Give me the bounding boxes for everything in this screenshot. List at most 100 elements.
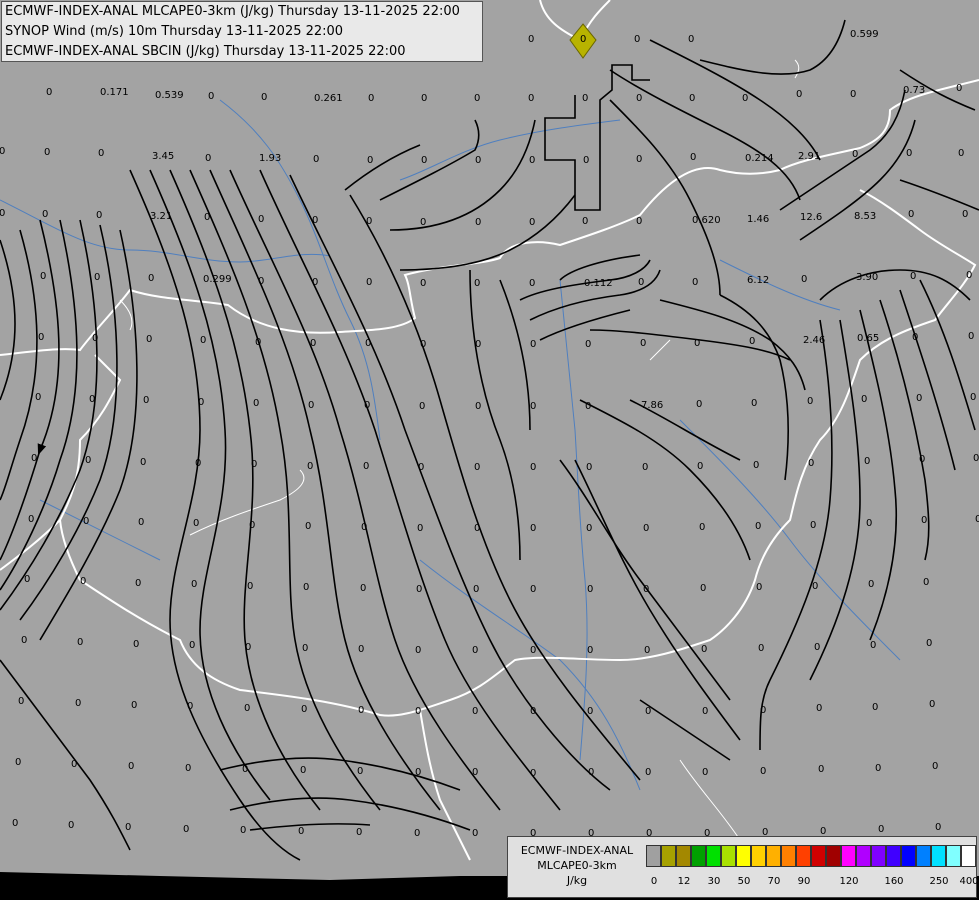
map-value-label: 0 xyxy=(530,645,536,656)
map-value-label: 0 xyxy=(367,155,373,166)
map-value-label: 2.91 xyxy=(798,151,820,162)
map-value-label: 0 xyxy=(312,215,318,226)
map-value-label: 0 xyxy=(935,822,941,833)
map-value-label: 0 xyxy=(21,635,27,646)
map-value-label: 0 xyxy=(908,209,914,220)
map-value-label: 0 xyxy=(926,638,932,649)
map-header: ECMWF-INDEX-ANAL MLCAPE0-3km (J/kg) Thur… xyxy=(1,1,483,62)
map-value-label: 0 xyxy=(208,91,214,102)
map-value-label: 0.299 xyxy=(203,274,232,285)
map-value-label: 0.65 xyxy=(857,333,879,344)
header-line-sbcin: ECMWF-INDEX-ANAL SBCIN (J/kg) Thursday 1… xyxy=(5,44,406,59)
map-value-label: 0 xyxy=(96,210,102,221)
map-value-label: 0 xyxy=(751,398,757,409)
map-value-label: 0 xyxy=(419,401,425,412)
map-value-label: 0 xyxy=(68,820,74,831)
map-value-label: 0 xyxy=(870,640,876,651)
map-value-label: 0 xyxy=(356,827,362,838)
map-value-label: 0 xyxy=(530,523,536,534)
map-value-label: 0 xyxy=(366,277,372,288)
map-value-label: 0 xyxy=(690,152,696,163)
map-value-label: 0 xyxy=(77,637,83,648)
legend-swatch xyxy=(661,845,676,867)
map-value-label: 0 xyxy=(15,757,21,768)
legend-swatch xyxy=(646,845,661,867)
map-value-label: 0 xyxy=(242,764,248,775)
map-value-label: 0 xyxy=(586,523,592,534)
map-value-label: 0 xyxy=(586,462,592,473)
map-value-label: 0 xyxy=(302,643,308,654)
map-value-label: 0 xyxy=(417,523,423,534)
map-value-label: 0 xyxy=(71,759,77,770)
legend-swatch xyxy=(811,845,826,867)
map-value-label: 0 xyxy=(251,459,257,470)
map-value-label: 0 xyxy=(694,338,700,349)
map-value-label: 0 xyxy=(301,704,307,715)
legend-title: ECMWF-INDEX-ANAL MLCAPE0-3km J/kg xyxy=(512,843,642,888)
map-value-label: 0 xyxy=(200,335,206,346)
legend-swatch xyxy=(931,845,946,867)
map-value-label: 0 xyxy=(760,705,766,716)
map-value-label: 0 xyxy=(816,703,822,714)
map-value-label: 0 xyxy=(582,93,588,104)
map-value-label: 0 xyxy=(812,581,818,592)
map-value-label: 0 xyxy=(756,582,762,593)
map-value-label: 0 xyxy=(970,392,976,403)
map-value-label: 0 xyxy=(758,643,764,654)
map-value-label: 6.12 xyxy=(747,275,769,286)
map-value-label: 0 xyxy=(912,332,918,343)
map-value-label: 0 xyxy=(753,460,759,471)
map-value-label: 0 xyxy=(191,579,197,590)
map-value-label: 0 xyxy=(958,148,964,159)
map-value-label: 0 xyxy=(932,761,938,772)
map-value-label: 0 xyxy=(420,217,426,228)
map-value-label: 0 xyxy=(530,584,536,595)
legend-swatch xyxy=(751,845,766,867)
legend-swatch xyxy=(691,845,706,867)
map-value-label: 0 xyxy=(85,455,91,466)
legend-swatch xyxy=(721,845,736,867)
map-value-label: 0 xyxy=(643,584,649,595)
map-value-label: 0 xyxy=(415,767,421,778)
map-value-label: 1.93 xyxy=(259,153,281,164)
map-value-label: 0 xyxy=(92,333,98,344)
map-value-label: 0 xyxy=(688,34,694,45)
map-value-label: 0 xyxy=(258,276,264,287)
map-value-label: 0 xyxy=(128,761,134,772)
map-value-label: 0.261 xyxy=(314,93,343,104)
map-value-label: 0 xyxy=(636,216,642,227)
legend-swatch xyxy=(961,845,976,867)
legend-swatch xyxy=(901,845,916,867)
legend-tick-label: 120 xyxy=(839,876,859,887)
map-value-label: 0 xyxy=(474,93,480,104)
map-value-label: 0 xyxy=(749,336,755,347)
map-value-label: 0 xyxy=(700,583,706,594)
map-value-label: 0.171 xyxy=(100,87,129,98)
map-value-label: 12.6 xyxy=(800,212,822,223)
map-value-label: 0 xyxy=(910,271,916,282)
map-value-label: 0 xyxy=(473,584,479,595)
legend-tick-label: 50 xyxy=(737,876,751,887)
map-value-label: 0 xyxy=(360,583,366,594)
map-value-label: 0 xyxy=(472,645,478,656)
map-value-label: 0 xyxy=(414,828,420,839)
map-value-label: 0 xyxy=(875,763,881,774)
map-value-label: 0 xyxy=(582,216,588,227)
legend-tick-label: 400 xyxy=(959,876,979,887)
map-value-label: 0 xyxy=(530,706,536,717)
map-value-label: 0 xyxy=(474,278,480,289)
map-value-label: 0 xyxy=(861,394,867,405)
map-value-label: 0 xyxy=(421,93,427,104)
map-value-label: 0 xyxy=(850,89,856,100)
map-value-label: 0 xyxy=(0,146,5,157)
map-value-label: 0 xyxy=(866,518,872,529)
legend-tick-label: 250 xyxy=(929,876,949,887)
map-value-label: 0 xyxy=(530,768,536,779)
map-value-label: 0 xyxy=(305,521,311,532)
map-value-label: 0 xyxy=(195,458,201,469)
map-value-label: 0 xyxy=(636,154,642,165)
legend-tick-label: 70 xyxy=(767,876,781,887)
weather-map: 0 0 0 0 0 0 0 0 0 0 0.599 0 0.171 0.539 0 0 0.261 0 0 0 0 0 0 0… xyxy=(0,0,979,900)
map-value-label: 0 xyxy=(125,822,131,833)
map-value-label: 0 xyxy=(253,398,259,409)
